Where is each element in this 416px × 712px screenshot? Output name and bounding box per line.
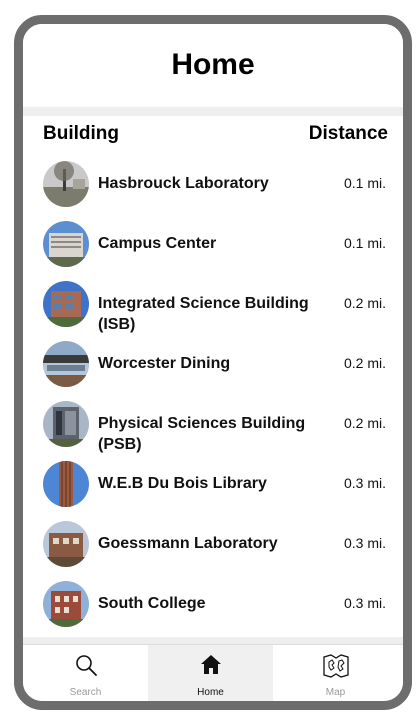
building-row-hasbrouck[interactable]: Hasbrouck Laboratory 0.1 mi.	[23, 161, 403, 221]
page-title: Home	[171, 48, 255, 81]
building-distance: 0.3 mi.	[343, 595, 386, 611]
building-thumbnail	[43, 281, 89, 327]
building-row-du-bois-library[interactable]: W.E.B Du Bois Library 0.3 mi.	[23, 461, 403, 521]
building-row-worcester-dining[interactable]: Worcester Dining 0.2 mi.	[23, 341, 403, 401]
distance-column-header: Distance	[308, 123, 388, 144]
phone-frame: Home Building Distance Hasbrouck Laborat…	[14, 15, 412, 710]
tab-home[interactable]: Home	[148, 645, 273, 701]
building-thumbnail	[43, 581, 89, 627]
building-distance: 0.2 mi.	[343, 415, 386, 431]
building-name: Worcester Dining	[98, 355, 231, 372]
tab-bar: Search Home Map	[23, 644, 403, 701]
building-name: Integrated Science Building (ISB)	[98, 295, 309, 333]
home-icon	[200, 655, 221, 674]
building-distance: 0.2 mi.	[343, 355, 386, 371]
building-name: Campus Center	[98, 235, 217, 252]
building-distance: 0.2 mi.	[343, 295, 386, 311]
map-icon	[322, 654, 349, 678]
header: Home	[23, 24, 403, 107]
building-distance: 0.3 mi.	[343, 535, 386, 551]
tab-search[interactable]: Search	[23, 645, 148, 701]
building-row-goessmann[interactable]: Goessmann Laboratory 0.3 mi.	[23, 521, 403, 581]
building-thumbnail	[43, 401, 89, 447]
building-row-campus-center[interactable]: Campus Center 0.1 mi.	[23, 221, 403, 281]
building-row-psb[interactable]: Physical Sciences Building (PSB) 0.2 mi.	[23, 401, 403, 461]
tab-label: Map	[325, 687, 346, 698]
building-distance: 0.1 mi.	[343, 235, 386, 251]
building-name: Physical Sciences Building (PSB)	[98, 415, 306, 453]
tab-map[interactable]: Map	[273, 645, 398, 701]
building-name: Goessmann Laboratory	[98, 535, 278, 552]
building-thumbnail	[43, 161, 89, 207]
building-column-header: Building	[43, 123, 119, 144]
list-bottom-divider	[23, 637, 403, 644]
building-thumbnail	[43, 221, 89, 267]
building-thumbnail	[43, 521, 89, 567]
building-name: South College	[98, 595, 206, 612]
tab-label: Search	[69, 687, 102, 698]
building-row-south-college[interactable]: South College 0.3 mi.	[23, 581, 403, 641]
tab-label: Home	[197, 687, 224, 698]
building-row-isb[interactable]: Integrated Science Building (ISB) 0.2 mi…	[23, 281, 403, 341]
header-divider	[23, 107, 403, 116]
building-distance: 0.1 mi.	[343, 175, 386, 191]
building-name: Hasbrouck Laboratory	[98, 175, 269, 192]
building-name: W.E.B Du Bois Library	[98, 475, 267, 492]
building-thumbnail	[43, 341, 89, 387]
building-thumbnail	[43, 461, 89, 507]
building-distance: 0.3 mi.	[343, 475, 386, 491]
search-icon	[75, 655, 97, 676]
